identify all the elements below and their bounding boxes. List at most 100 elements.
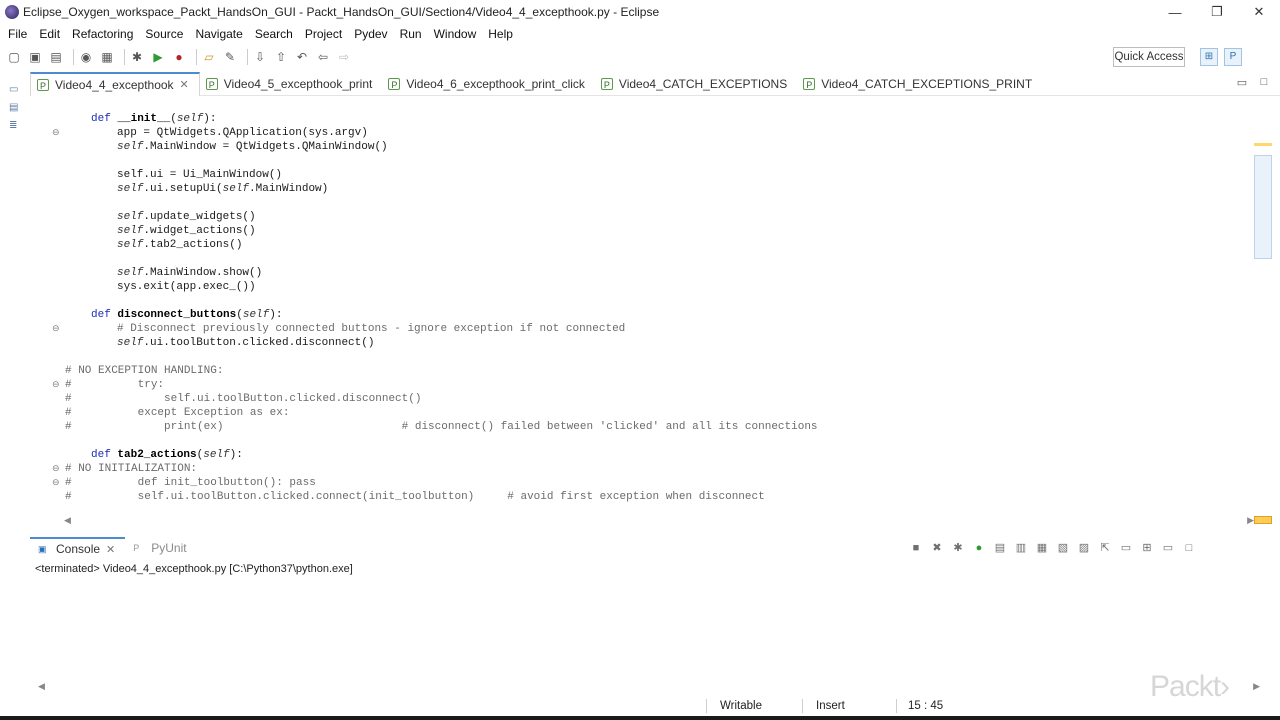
outline-icon[interactable]: ≣ — [9, 120, 21, 132]
minimize-view-icon[interactable]: ▭ — [1160, 540, 1176, 556]
close-tab-icon[interactable]: ✕ — [106, 543, 115, 556]
pydev-perspective-icon[interactable]: P — [1224, 48, 1242, 66]
debug-console-icon[interactable]: ● — [971, 540, 987, 556]
function-name: tab2_actions — [117, 449, 197, 461]
python-file-icon: P — [37, 78, 49, 91]
self-token: self — [117, 337, 144, 349]
package-explorer-icon[interactable]: ▤ — [9, 102, 21, 114]
toolbar-separator — [196, 49, 197, 65]
show-on-error-icon[interactable]: ▨ — [1076, 540, 1092, 556]
menu-navigate[interactable]: Navigate — [189, 27, 248, 41]
scroll-lock-icon[interactable]: ▥ — [1013, 540, 1029, 556]
editor-tab-bar: P Video4_4_excepthook ✕ P Video4_5_excep… — [30, 71, 1280, 96]
tab-label: Video4_CATCH_EXCEPTIONS_PRINT — [821, 76, 1033, 91]
self-token: self — [242, 309, 270, 321]
word-wrap-icon[interactable]: ▦ — [1034, 540, 1050, 556]
code-comment: # print(ex) # disconnect() failed betwee… — [65, 421, 818, 433]
minimize-button[interactable]: — — [1154, 0, 1196, 24]
keyword-def: def — [91, 309, 118, 321]
menu-run[interactable]: Run — [394, 27, 428, 41]
menu-pydev[interactable]: Pydev — [348, 27, 393, 41]
code-text: .MainWindow) — [249, 183, 329, 195]
scroll-left-icon[interactable]: ◀ — [38, 681, 45, 691]
show-on-output-icon[interactable]: ▧ — [1055, 540, 1071, 556]
back-icon[interactable]: ⇦ — [315, 49, 331, 65]
open-console-icon[interactable]: ▦ — [99, 49, 115, 65]
code-line: self.ui.toolButton.clicked.disconnect() — [30, 336, 1252, 350]
tab-video4-catch-exceptions-print[interactable]: P Video4_CATCH_EXCEPTIONS_PRINT — [797, 72, 1042, 96]
menu-window[interactable]: Window — [428, 27, 483, 41]
editor-horizontal-scrollbar[interactable]: ◀ ▶ — [64, 514, 1254, 528]
keyword-def: def — [91, 449, 118, 461]
python-file-icon: P — [600, 77, 613, 90]
last-edit-icon[interactable]: ↶ — [294, 49, 310, 65]
status-bar: Writable Insert 15 : 45 — [0, 696, 1280, 716]
debug-icon[interactable]: ✱ — [129, 49, 145, 65]
tab-label: Console — [56, 542, 101, 556]
code-text: .widget_actions() — [143, 225, 256, 237]
pencil-icon[interactable]: ✎ — [222, 49, 238, 65]
maximize-editor-icon[interactable]: □ — [1256, 76, 1272, 90]
menu-search[interactable]: Search — [249, 27, 299, 41]
code-comment: # Disconnect previously connected button… — [117, 323, 626, 335]
tab-video4-4-excepthook[interactable]: P Video4_4_excepthook ✕ — [30, 71, 200, 96]
menu-refactoring[interactable]: Refactoring — [66, 27, 139, 41]
maximize-view-icon[interactable]: □ — [1181, 540, 1197, 556]
editor-stack-controls: ▭ □ — [1228, 76, 1272, 90]
code-line: self.MainWindow = QtWidgets.QMainWindow(… — [30, 140, 1252, 154]
console-horizontal-scrollbar[interactable]: ◀ ▶ — [38, 681, 1260, 692]
editor-vertical-scrollbar[interactable] — [1252, 97, 1276, 513]
status-cursor-position: 15 : 45 — [908, 700, 944, 712]
minimize-editor-icon[interactable]: ▭ — [1234, 76, 1250, 90]
code-line: app = QtWidgets.QApplication(sys.argv) — [30, 126, 1252, 140]
open-folder-icon[interactable]: ▱ — [201, 49, 217, 65]
open-perspective-icon[interactable]: ⊞ — [1200, 48, 1218, 66]
function-name: __init__ — [117, 113, 171, 125]
save-all-icon[interactable]: ▤ — [48, 49, 64, 65]
skip-breakpoints-icon[interactable]: ◉ — [78, 49, 94, 65]
code-token: ): — [229, 449, 243, 461]
menu-project[interactable]: Project — [299, 27, 348, 41]
code-line: # print(ex) # disconnect() failed betwee… — [30, 420, 1252, 434]
self-token: self — [176, 113, 204, 125]
close-tab-icon[interactable]: ✕ — [180, 78, 189, 91]
menu-file[interactable]: File — [2, 27, 33, 41]
remove-launch-icon[interactable]: ✖ — [929, 540, 945, 556]
external-tools-icon[interactable]: ● — [171, 49, 187, 65]
previous-annotation-icon[interactable]: ⇧ — [273, 49, 289, 65]
restore-icon[interactable]: ▭ — [9, 84, 21, 96]
quick-access-field[interactable]: Quick Access — [1113, 47, 1185, 67]
menu-source[interactable]: Source — [139, 27, 189, 41]
maximize-button[interactable]: ❐ — [1196, 0, 1238, 24]
self-token: self — [117, 267, 144, 279]
tab-video4-6-excepthook-print-click[interactable]: P Video4_6_excepthook_print_click — [382, 72, 595, 96]
tab-video4-catch-exceptions[interactable]: P Video4_CATCH_EXCEPTIONS — [595, 72, 797, 96]
save-icon[interactable]: ▣ — [27, 49, 43, 65]
display-console-icon[interactable]: ▭ — [1118, 540, 1134, 556]
next-annotation-icon[interactable]: ⇩ — [252, 49, 268, 65]
scroll-right-icon[interactable]: ▶ — [1247, 515, 1254, 526]
scroll-right-icon[interactable]: ▶ — [1253, 681, 1260, 692]
remove-all-icon[interactable]: ✱ — [950, 540, 966, 556]
clear-console-icon[interactable]: ▤ — [992, 540, 1008, 556]
forward-icon[interactable]: ⇨ — [336, 49, 352, 65]
close-button[interactable]: ✕ — [1238, 0, 1280, 24]
tab-video4-5-excepthook-print[interactable]: P Video4_5_excepthook_print — [200, 72, 383, 96]
taskbar-edge — [0, 716, 1280, 720]
run-icon[interactable]: ▶ — [150, 49, 166, 65]
code-comment: # self.ui.toolButton.clicked.disconnect(… — [65, 393, 422, 405]
code-editor[interactable]: ⊖ def __init__(self): app = QtWidgets.QA… — [30, 97, 1252, 513]
code-line: # self.ui.toolButton.clicked.connect(ini… — [30, 490, 1252, 504]
scrollbar-thumb[interactable] — [1254, 155, 1272, 259]
console-output[interactable]: <terminated> Video4_4_excepthook.py [C:\… — [30, 559, 1280, 695]
scroll-left-icon[interactable]: ◀ — [64, 515, 71, 526]
open-console-icon[interactable]: ⊞ — [1139, 540, 1155, 556]
menu-edit[interactable]: Edit — [33, 27, 66, 41]
tab-console[interactable]: ▣ Console ✕ — [30, 537, 126, 559]
new-icon[interactable]: ▢ — [6, 49, 22, 65]
menu-help[interactable]: Help — [482, 27, 519, 41]
terminate-icon[interactable]: ■ — [908, 540, 924, 556]
self-token: self — [117, 239, 144, 251]
tab-pyunit[interactable]: P PyUnit — [125, 537, 196, 559]
pin-console-icon[interactable]: ⇱ — [1097, 540, 1113, 556]
